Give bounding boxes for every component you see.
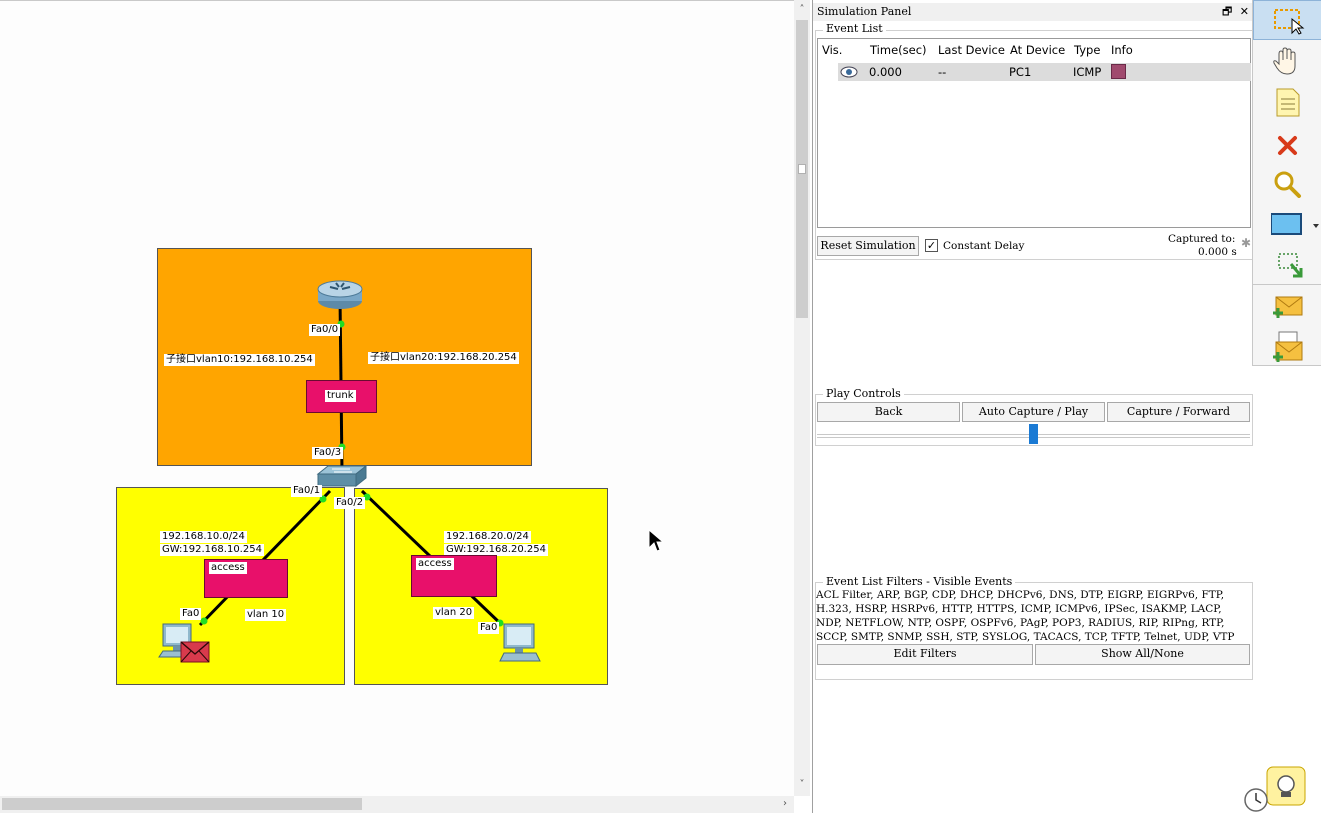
eye-icon[interactable] [840,65,858,79]
scroll-down-icon[interactable]: ˅ [795,778,809,792]
common-tools-bar [1252,0,1321,366]
restore-icon[interactable]: 🗗 [1222,5,1232,18]
scroll-up-icon[interactable]: ˄ [795,3,809,17]
move-tool[interactable] [1253,42,1321,82]
col-vis[interactable]: Vis. [822,43,842,57]
filters-text-line: H.323, HSRP, HSRPv6, HTTP, HTTPS, ICMP, … [816,603,1222,615]
vlan10-label[interactable]: vlan 10 [245,609,287,621]
complex-pdu-tool[interactable] [1253,326,1321,366]
pc1-port-label: Fa0 [180,608,202,620]
reset-simulation-button[interactable]: Reset Simulation [817,236,919,256]
constant-delay-label[interactable]: Constant Delay [943,240,1025,252]
inspect-icon [1274,171,1301,198]
captured-to-value: 0.000 s [1198,246,1237,258]
capture-forward-button[interactable]: Capture / Forward [1107,402,1250,422]
access-left-note[interactable]: access [204,559,288,598]
event-row[interactable]: 0.000 -- PC1 ICMP [838,63,1251,81]
note-tool[interactable] [1253,82,1321,122]
speed-slider-thumb[interactable] [1029,424,1038,444]
auto-capture-play-button[interactable]: Auto Capture / Play [962,402,1105,422]
filters-text-line: ACL Filter, ARP, BGP, CDP, DHCP, DHCPv6,… [816,589,1225,601]
event-info-swatch[interactable] [1111,64,1126,79]
event-list-table[interactable]: Vis. Time(sec) Last Device At Device Typ… [817,38,1251,228]
col-info[interactable]: Info [1111,43,1133,57]
link-switch-pc1[interactable] [198,489,332,627]
play-controls-title: Play Controls [823,387,904,400]
access-left-label: access [209,562,247,574]
simple-pdu-tool[interactable] [1253,284,1321,324]
event-list-title: Event List [823,22,886,35]
subif-vlan20-label[interactable]: 子接口vlan20:192.168.20.254 [368,352,519,364]
pc2-port-label: Fa0 [478,622,500,634]
show-all-none-button[interactable]: Show All/None [1035,644,1250,665]
delete-icon [1278,136,1297,155]
scroll-right-icon[interactable]: › [778,797,792,811]
trunk-label: trunk [325,390,356,402]
link-status-dot [200,617,208,625]
access-right-label: access [416,558,454,570]
event-type: ICMP [1073,65,1102,79]
simple-pdu-icon [1273,296,1303,318]
captured-to-label: Captured to: [1168,233,1236,245]
router-icon[interactable] [316,279,364,311]
access-right-note[interactable]: access [411,555,497,597]
constant-delay-checkbox[interactable]: ✓ [925,239,938,252]
close-icon[interactable]: ✕ [1240,5,1249,18]
scroll-thumb[interactable] [2,798,362,810]
select-icon [1274,9,1305,35]
subif-vlan10-label[interactable]: 子接口vlan10:192.168.10.254 [164,354,315,366]
switch-port2-label: Fa0/2 [334,497,366,509]
col-type[interactable]: Type [1074,43,1100,57]
router-port-label: Fa0/0 [309,324,341,336]
left-network-label[interactable]: 192.168.10.0/24 [160,531,247,543]
pc2-icon[interactable] [498,621,542,663]
simulation-panel-titlebar: Simulation Panel 🗗 ✕ [813,3,1253,21]
inspect-tool[interactable] [1253,162,1321,202]
panel-title: Simulation Panel [817,5,912,18]
complex-pdu-icon [1273,331,1303,362]
col-at-device[interactable]: At Device [1010,43,1065,57]
realtime-mode-icon[interactable] [1266,766,1306,806]
switch-icon[interactable] [316,464,368,490]
trunk-note[interactable]: trunk [306,380,377,413]
filters-title: Event List Filters - Visible Events [823,575,1016,588]
event-time: 0.000 [869,65,902,79]
note-icon [1276,88,1300,117]
vlan20-label[interactable]: vlan 20 [433,607,475,619]
workspace-vertical-scrollbar[interactable]: ˄ ˅ [794,0,810,796]
resize-grip-icon: ✱ [1241,236,1252,250]
left-gateway-label[interactable]: GW:192.168.10.254 [160,544,264,556]
scroll-grip [798,164,806,174]
resize-tool[interactable] [1253,242,1321,282]
col-last-device[interactable]: Last Device [938,43,1005,57]
simulation-clock-icon[interactable] [1242,786,1270,813]
filters-text-line: NDP, NETFLOW, NTP, OSPF, OSPFv6, PAgP, P… [816,617,1225,629]
filters-text-line: SCCP, SMTP, SNMP, SSH, STP, SYSLOG, TACA… [816,631,1235,643]
col-time[interactable]: Time(sec) [870,43,927,57]
simulation-panel: Simulation Panel 🗗 ✕ Event List Vis. Tim… [812,0,1253,813]
shape-rectangle-icon [1271,213,1319,235]
delete-tool[interactable] [1253,122,1321,162]
back-button[interactable]: Back [817,402,960,422]
event-last-device: -- [938,65,947,79]
logical-workspace[interactable]: Fa0/0 子接口vlan10:192.168.10.254 子接口vlan20… [0,0,794,796]
move-hand-icon [1273,47,1296,75]
event-at-device: PC1 [1009,65,1032,79]
draw-shape-tool[interactable] [1253,202,1321,242]
switch-uplink-port-label: Fa0/3 [312,447,344,459]
mouse-cursor-icon [648,529,664,552]
pdu-envelope-icon[interactable] [180,641,210,663]
workspace-horizontal-scrollbar[interactable]: › [0,796,794,813]
edit-filters-button[interactable]: Edit Filters [817,644,1033,665]
select-tool[interactable] [1253,0,1321,40]
right-network-label[interactable]: 192.168.20.0/24 [444,531,531,543]
switch-port1-label: Fa0/1 [291,485,323,497]
resize-icon [1278,253,1303,278]
link-layer [198,296,504,627]
